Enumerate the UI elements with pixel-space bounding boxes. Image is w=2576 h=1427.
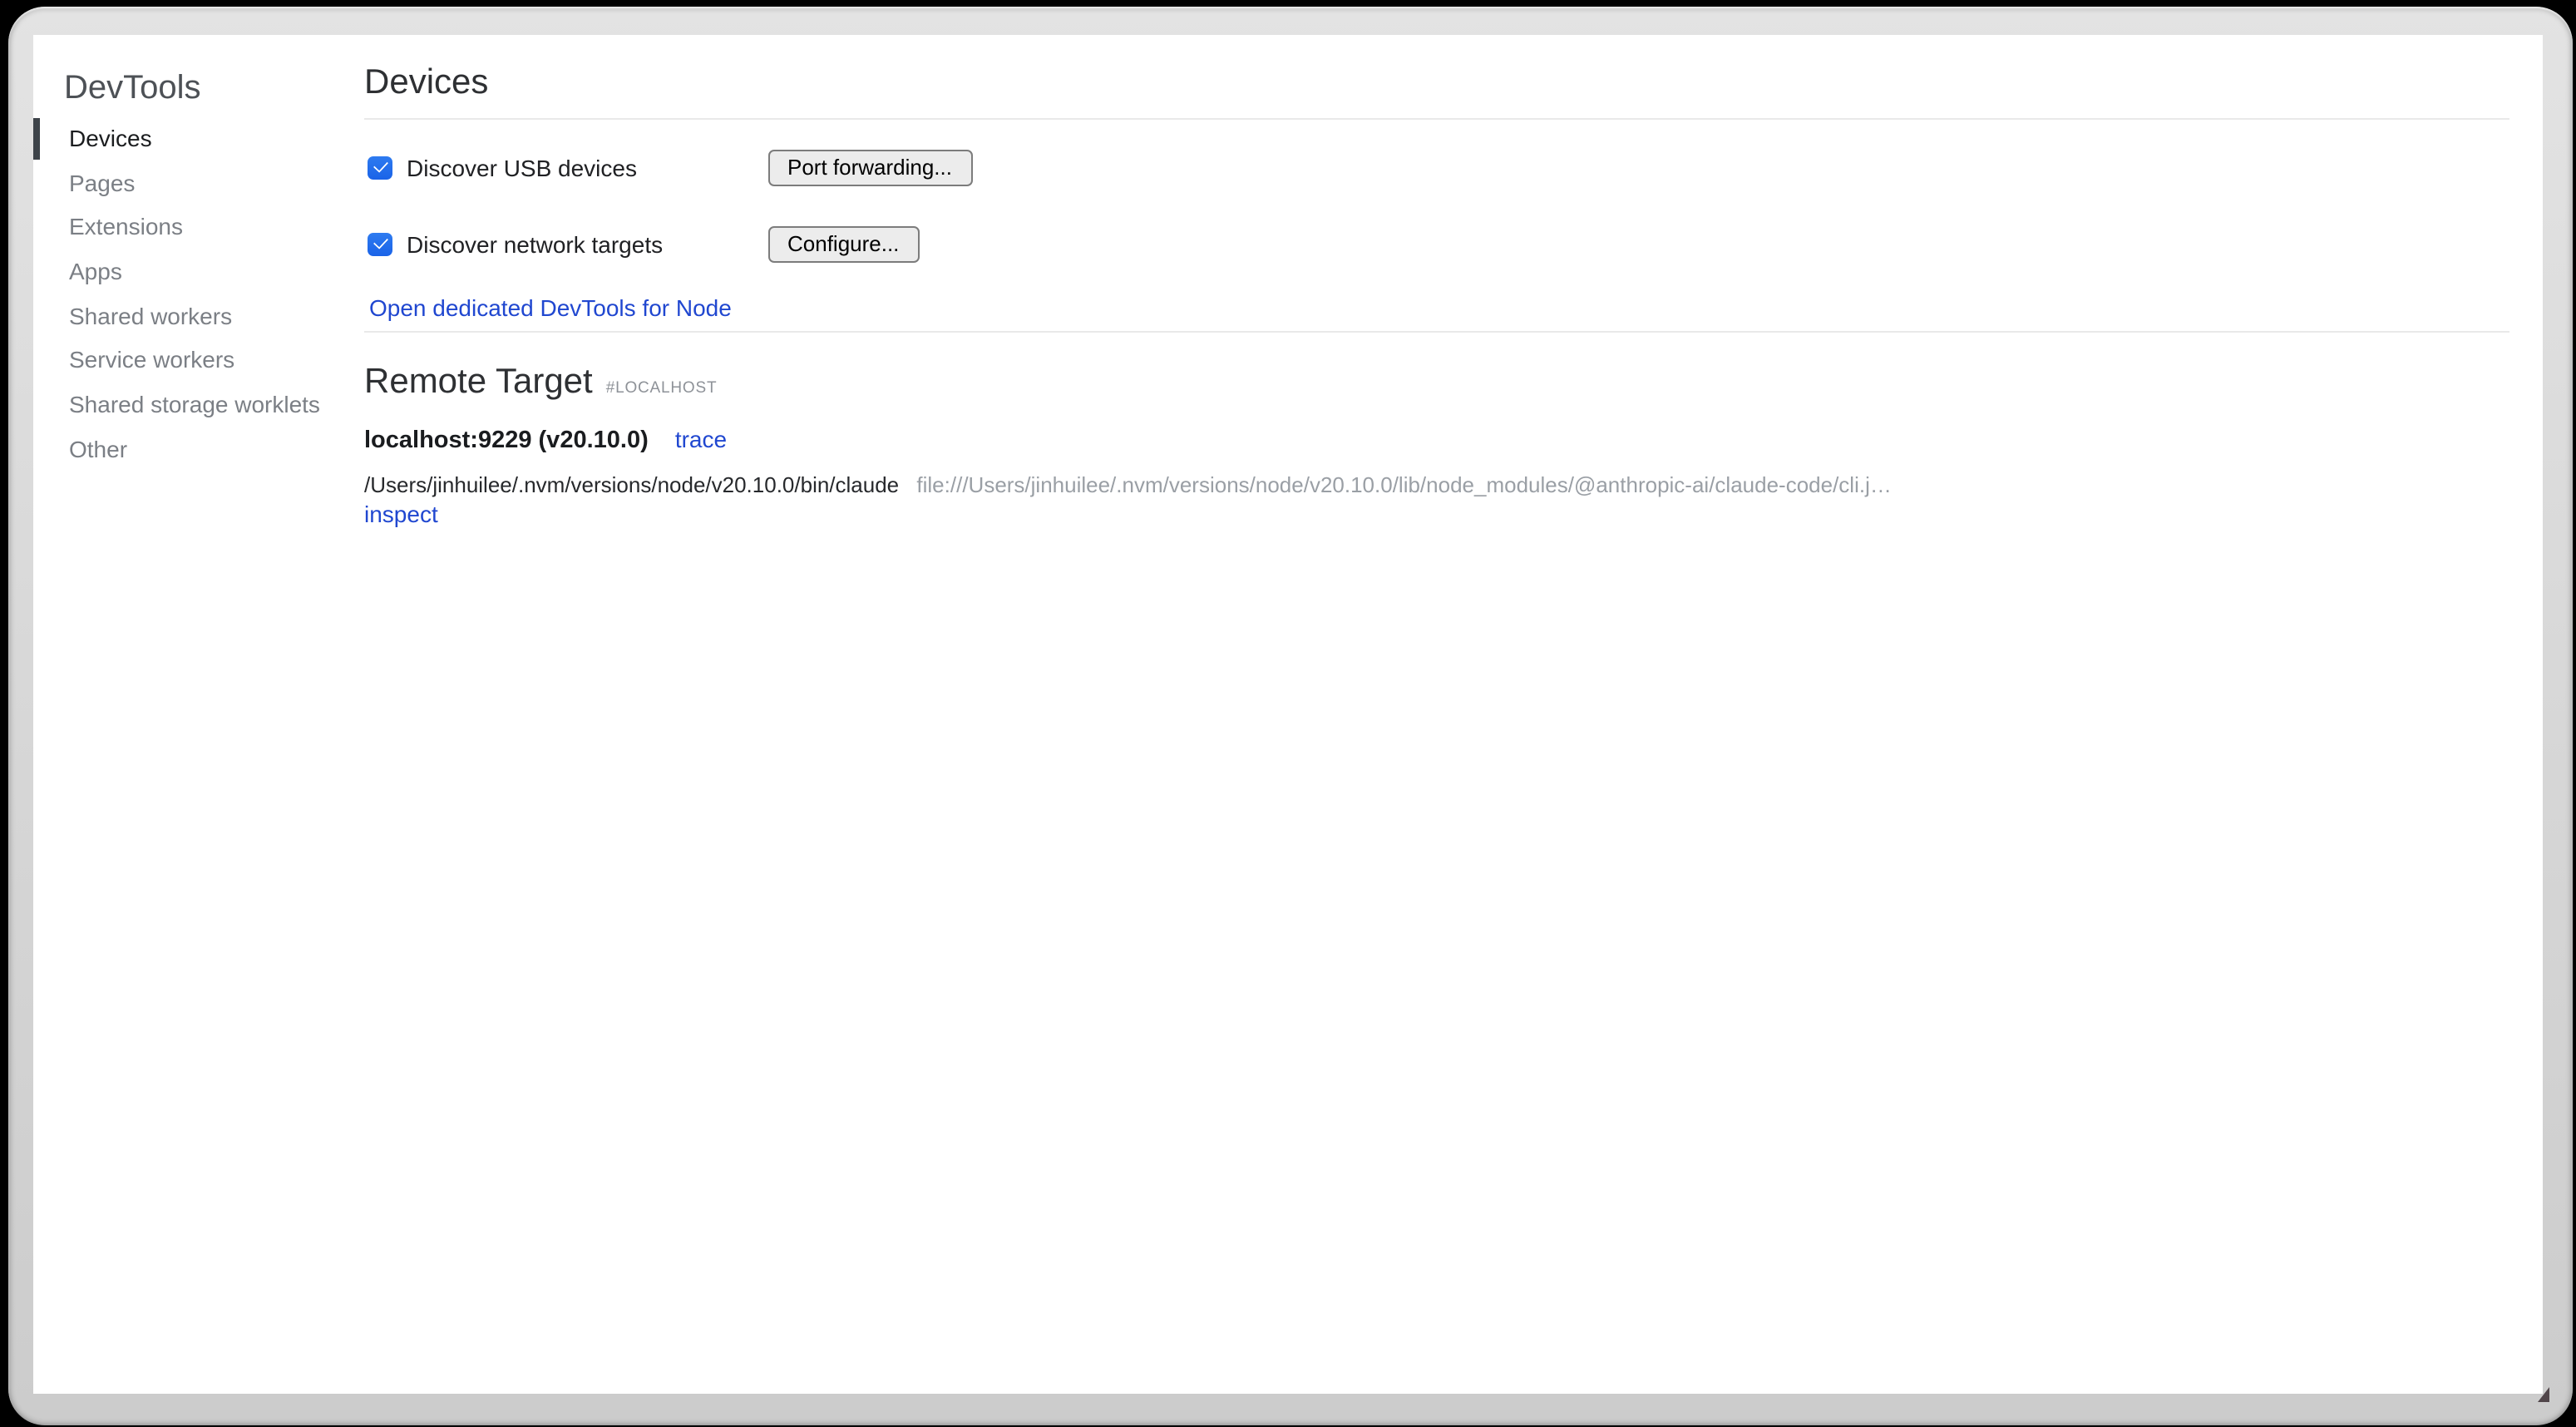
- inspect-page: DevTools Devices Pages Extensions: [33, 35, 2543, 1393]
- target-name: localhost:9229 (v20.10.0): [364, 427, 649, 454]
- devtools-title: DevTools: [64, 68, 364, 108]
- sidebar-item-shared-storage-worklets[interactable]: Shared storage worklets: [33, 383, 364, 427]
- main-panel: Devices Discover USB devices Port forwar…: [364, 35, 2543, 1393]
- trace-link[interactable]: trace: [675, 426, 727, 452]
- sidebar-item-extensions[interactable]: Extensions: [33, 205, 364, 249]
- sidebar-item-label: Extensions: [69, 214, 183, 240]
- resize-grip-icon[interactable]: [2537, 1386, 2549, 1401]
- open-node-devtools-link[interactable]: Open dedicated DevTools for Node: [369, 294, 732, 321]
- sidebar-item-other[interactable]: Other: [33, 427, 364, 472]
- sidebar: DevTools Devices Pages Extensions: [33, 35, 364, 1393]
- sidebar-item-devices[interactable]: Devices: [33, 116, 364, 160]
- sidebar-item-label: Devices: [69, 125, 152, 151]
- discover-network-row: Discover network targets: [368, 226, 663, 263]
- remote-target-title: Remote Target: [364, 363, 593, 402]
- browser-window: DevTools Devices Pages Extensions: [8, 7, 2572, 1425]
- sidebar-item-label: Shared storage worklets: [69, 391, 320, 417]
- configure-button[interactable]: Configure...: [767, 226, 919, 262]
- discover-usb-label: Discover USB devices: [407, 155, 637, 181]
- divider: [364, 331, 2509, 333]
- target-description: /Users/jinhuilee/.nvm/versions/node/v20.…: [364, 472, 2526, 497]
- sidebar-item-label: Service workers: [69, 347, 234, 373]
- sidebar-item-service-workers[interactable]: Service workers: [33, 338, 364, 383]
- discover-usb-checkbox[interactable]: [368, 156, 392, 180]
- module-url: file:///Users/jinhuilee/.nvm/versions/no…: [916, 472, 1891, 497]
- sidebar-item-label: Pages: [69, 169, 135, 195]
- sidebar-item-shared-workers[interactable]: Shared workers: [33, 294, 364, 338]
- inspect-link[interactable]: inspect: [364, 500, 438, 526]
- sidebar-item-label: Apps: [69, 258, 122, 284]
- screen: DevTools Devices Pages Extensions: [0, 0, 2576, 1427]
- target-row: localhost:9229 (v20.10.0) trace: [364, 426, 727, 456]
- sidebar-nav: Devices Pages Extensions Apps: [33, 116, 364, 472]
- selected-indicator-bar: [33, 117, 40, 160]
- divider: [364, 118, 2509, 120]
- process-path: /Users/jinhuilee/.nvm/versions/node/v20.…: [364, 472, 899, 497]
- page-title: Devices: [364, 63, 488, 103]
- sidebar-item-label: Other: [69, 436, 127, 462]
- sidebar-item-pages[interactable]: Pages: [33, 160, 364, 205]
- discover-network-checkbox[interactable]: [368, 233, 392, 257]
- localhost-tag: #LOCALHOST: [606, 379, 718, 397]
- port-forwarding-button[interactable]: Port forwarding...: [767, 150, 972, 185]
- discover-network-label: Discover network targets: [407, 231, 663, 258]
- discover-usb-row: Discover USB devices: [368, 150, 637, 186]
- sidebar-item-label: Shared workers: [69, 303, 232, 329]
- remote-target-header: Remote Target #LOCALHOST: [364, 363, 717, 402]
- sidebar-item-apps[interactable]: Apps: [33, 249, 364, 294]
